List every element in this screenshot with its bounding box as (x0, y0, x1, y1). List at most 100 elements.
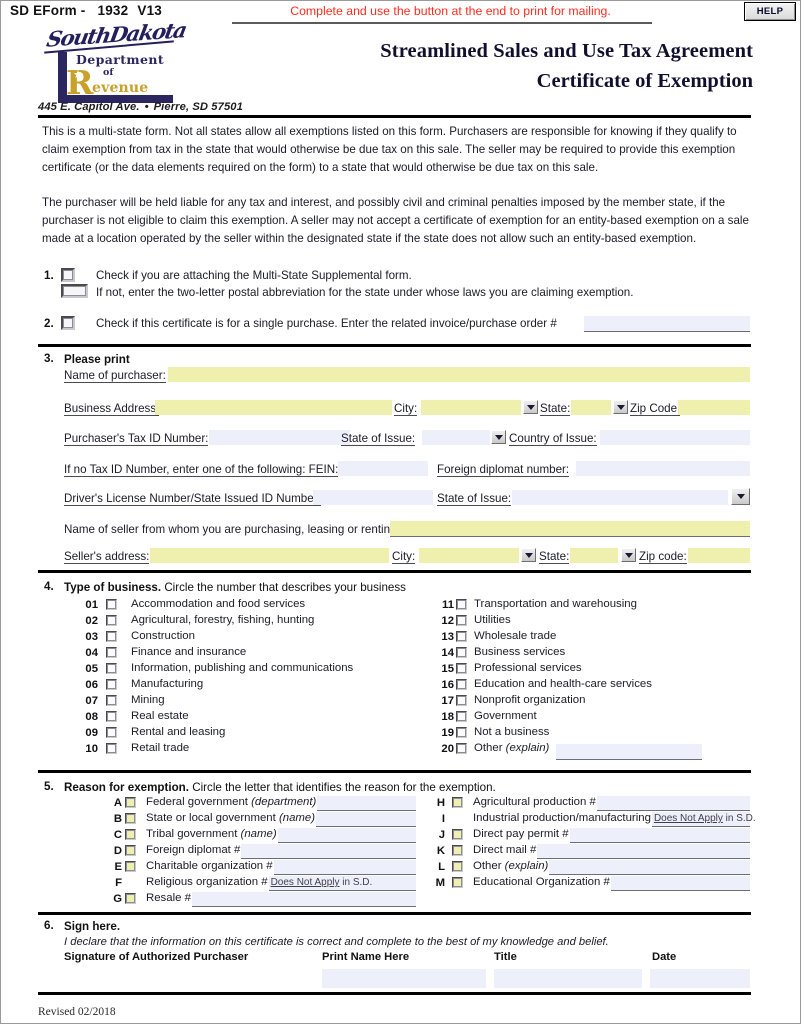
drivers-license-input[interactable] (313, 490, 433, 505)
business-type-label: Manufacturing (131, 678, 204, 690)
seller-state-input[interactable] (570, 548, 618, 563)
item3-number: 3. (44, 352, 54, 365)
exemption-input-J[interactable] (569, 828, 750, 843)
zip-dropdown-arrow-icon[interactable] (613, 400, 628, 414)
business-type-checkbox-20[interactable] (456, 743, 467, 754)
seller-address-input[interactable] (150, 548, 389, 563)
state-input[interactable] (571, 400, 611, 415)
business-type-checkbox-04[interactable] (106, 647, 117, 658)
business-type-checkbox-13[interactable] (456, 631, 467, 642)
exemption-checkbox-E[interactable] (125, 861, 136, 872)
sd-dept-revenue-logo: SouthDakota Department of R ★ evenue (40, 17, 210, 103)
business-type-label: Mining (131, 694, 165, 706)
business-type-other-input[interactable] (556, 744, 702, 760)
exemption-input-M[interactable] (610, 876, 750, 891)
exemption-checkbox-A[interactable] (125, 797, 136, 808)
exemption-letter: M (435, 877, 445, 889)
exemption-input-C[interactable] (277, 828, 416, 843)
exemption-checkbox-D[interactable] (125, 845, 136, 856)
print-name-column-header: Print Name Here (322, 951, 410, 963)
state-dropdown-arrow-icon[interactable] (523, 400, 538, 414)
tax-state-dropdown-arrow-icon[interactable] (491, 430, 506, 444)
business-type-checkbox-02[interactable] (106, 615, 117, 626)
country-of-issue-input[interactable] (600, 430, 750, 445)
business-type-checkbox-14[interactable] (456, 647, 467, 658)
exemption-letter: L (438, 861, 445, 873)
seller-city-input[interactable] (419, 548, 519, 563)
business-type-checkbox-07[interactable] (106, 695, 117, 706)
tax-state-of-issue-input[interactable] (422, 430, 490, 445)
revised-date: Revised 02/2018 (38, 1006, 116, 1018)
exemption-input-H[interactable] (596, 796, 750, 811)
form-page: SD EForm - 1932 V13 Complete and use the b… (0, 0, 801, 1024)
business-type-number: 13 (441, 631, 454, 643)
date-input[interactable] (650, 969, 750, 988)
exemption-checkbox-C[interactable] (125, 829, 136, 840)
dl-state-of-issue-input[interactable] (512, 490, 728, 505)
address-street: 445 E. Capitol Ave. (38, 101, 140, 113)
does-not-apply-note: Does Not Apply in S.D. (653, 813, 756, 824)
business-type-checkbox-10[interactable] (106, 743, 117, 754)
exemption-checkbox-G[interactable] (125, 893, 136, 904)
exemption-checkbox-K[interactable] (452, 845, 463, 856)
purchaser-tax-id-input[interactable] (209, 430, 350, 445)
exemption-input-K[interactable] (537, 844, 750, 859)
business-type-checkbox-08[interactable] (106, 711, 117, 722)
exemption-checkbox-J[interactable] (452, 829, 463, 840)
business-type-number: 08 (85, 711, 98, 723)
does-not-apply-note: Does Not Apply in S.D. (270, 877, 373, 888)
exemption-label: State or local government (name) (146, 812, 316, 824)
business-type-checkbox-17[interactable] (456, 695, 467, 706)
seller-name-input[interactable] (390, 521, 750, 537)
exemption-letter: H (436, 797, 445, 809)
business-type-number: 10 (85, 743, 98, 755)
exemption-label: Agricultural production # (473, 796, 596, 808)
item1-number: 1. (44, 269, 54, 282)
business-type-checkbox-01[interactable] (106, 599, 117, 610)
exemption-input-A[interactable] (317, 796, 416, 811)
item6-heading: Sign here. (64, 920, 121, 933)
exemption-input-B[interactable] (316, 812, 416, 827)
item2-single-purchase-checkbox[interactable] (61, 316, 75, 330)
help-button[interactable]: HELP (744, 2, 796, 21)
seller-state-dropdown-arrow-icon[interactable] (521, 548, 536, 562)
business-type-checkbox-15[interactable] (456, 663, 467, 674)
business-address-input[interactable] (155, 400, 392, 415)
business-type-checkbox-19[interactable] (456, 727, 467, 738)
city-input[interactable] (421, 400, 521, 415)
exemption-checkbox-B[interactable] (125, 813, 136, 824)
dl-state-dropdown-arrow-icon[interactable] (731, 488, 750, 505)
exemption-input-E[interactable] (273, 860, 416, 875)
item1-state-abbrev-input[interactable] (61, 284, 88, 298)
business-type-checkbox-03[interactable] (106, 631, 117, 642)
exemption-input-D[interactable] (241, 844, 416, 859)
exemption-input-G[interactable] (191, 892, 416, 907)
business-type-checkbox-12[interactable] (456, 615, 467, 626)
zip-code-input[interactable] (678, 400, 750, 415)
exemption-checkbox-M[interactable] (452, 877, 463, 888)
title-input[interactable] (494, 969, 642, 988)
item1-multistate-checkbox[interactable] (61, 268, 75, 282)
name-of-purchaser-input[interactable] (168, 367, 750, 382)
intro-paragraph-2: The purchaser will be held liable for an… (42, 196, 749, 245)
exemption-label: Resale # (146, 892, 191, 904)
exemption-checkbox-H[interactable] (452, 797, 463, 808)
business-type-checkbox-09[interactable] (106, 727, 117, 738)
print-name-input[interactable] (322, 969, 486, 988)
business-type-checkbox-06[interactable] (106, 679, 117, 690)
business-type-label: Nonprofit organization (474, 694, 586, 706)
business-type-checkbox-18[interactable] (456, 711, 467, 722)
seller-zip-input[interactable] (688, 548, 750, 563)
business-type-checkbox-05[interactable] (106, 663, 117, 674)
fein-input[interactable] (338, 461, 428, 476)
item2-invoice-number-input[interactable] (584, 316, 750, 332)
foreign-diplomat-number-input[interactable] (576, 461, 750, 476)
business-type-checkbox-11[interactable] (456, 599, 467, 610)
business-type-checkbox-16[interactable] (456, 679, 467, 690)
exemption-label: Direct pay permit # (473, 828, 569, 840)
exemption-letter: I (441, 813, 445, 825)
seller-city-label: City: (392, 550, 416, 564)
exemption-checkbox-L[interactable] (452, 861, 463, 872)
seller-zip-dropdown-arrow-icon[interactable] (621, 548, 636, 562)
exemption-input-L[interactable] (549, 860, 750, 875)
